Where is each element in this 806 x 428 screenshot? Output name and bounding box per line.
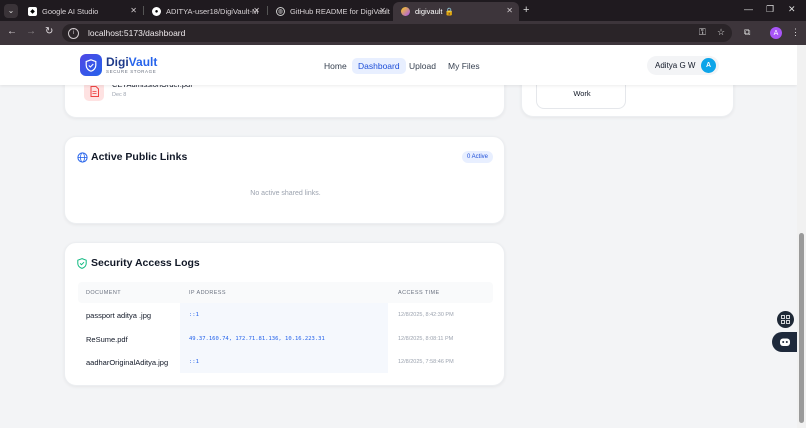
tab-title: ADITYA-user18/DigiVault-MERN	[166, 7, 258, 16]
minimize-button[interactable]: —	[744, 4, 753, 14]
table-header-row: DOCUMENT IP ADDRESS ACCESS TIME	[78, 282, 493, 303]
reload-button[interactable]: ↻	[45, 26, 53, 37]
folder-label: Work	[573, 89, 591, 98]
user-avatar: A	[701, 58, 716, 73]
close-icon[interactable]: ✕	[379, 6, 386, 15]
tab-title: digivault 🔒	[415, 7, 454, 16]
public-links-title: Active Public Links	[91, 151, 188, 163]
log-ip: 49.37.160.74, 172.71.81.136, 10.16.223.3…	[189, 336, 325, 342]
log-time: 12/8/2025, 8:08:11 PM	[398, 336, 454, 342]
tab-github-readme[interactable]: ◍ GitHub README for DigiVault ✕	[268, 2, 392, 21]
log-document: passport aditya .jpg	[86, 311, 152, 320]
nav-upload[interactable]: Upload	[403, 58, 442, 74]
vite-icon	[401, 7, 410, 16]
log-time: 12/8/2025, 7:58:46 PM	[398, 359, 454, 365]
logo[interactable]	[80, 54, 102, 76]
app-navbar: DigiVault SECURE STORAGE Home Dashboard …	[0, 45, 797, 85]
table-row: ReSume.pdf 49.37.160.74, 172.71.81.136, …	[78, 327, 493, 350]
tab-search-button[interactable]: ⌄	[4, 3, 18, 18]
column-header-ip: IP ADDRESS	[189, 290, 226, 296]
back-button[interactable]: ←	[7, 26, 17, 37]
log-ip: ::1	[189, 359, 199, 365]
browser-profile-avatar[interactable]: A	[770, 27, 782, 39]
bookmark-star-icon[interactable]: ☆	[717, 27, 725, 38]
scrollbar-thumb[interactable]	[799, 233, 804, 423]
tab-google-ai-studio[interactable]: ◆ Google AI Studio ✕	[20, 2, 143, 21]
user-menu[interactable]: Aditya G W A	[647, 56, 719, 75]
password-key-icon[interactable]: ⚿	[699, 27, 706, 38]
shield-icon	[85, 58, 97, 72]
restore-button[interactable]: ❐	[766, 4, 774, 15]
new-tab-button[interactable]: +	[523, 4, 529, 16]
public-links-card: Active Public Links 0 Active No active s…	[64, 136, 505, 224]
bot-icon	[779, 338, 790, 346]
table-row: aadharOriginalAditya.jpg ::1 12/8/2025, …	[78, 350, 493, 373]
site-info-icon[interactable]: i	[68, 27, 79, 39]
page-viewport: CETAdmissionOrder.pdf Dec 8 Work DigiVau…	[0, 45, 797, 428]
grid-icon	[781, 315, 790, 324]
user-name: Aditya G W	[655, 61, 696, 70]
url-field[interactable]: i localhost:5173/dashboard	[62, 24, 732, 42]
tab-github-repo[interactable]: ● ADITYA-user18/DigiVault-MERN ✕	[144, 2, 266, 21]
shield-check-icon	[77, 258, 87, 269]
grid-menu-button[interactable]	[777, 311, 794, 328]
recent-file-date: Dec 8	[112, 92, 127, 98]
tab-digivault[interactable]: digivault 🔒 ✕	[393, 2, 519, 21]
column-header-time: ACCESS TIME	[398, 290, 440, 296]
column-header-document: DOCUMENT	[86, 290, 121, 296]
github-icon: ●	[152, 7, 161, 16]
security-logs-title: Security Access Logs	[91, 257, 200, 269]
tab-title: Google AI Studio	[42, 7, 99, 16]
extensions-icon[interactable]: ⧉	[744, 27, 750, 38]
globe-icon: ◍	[276, 7, 285, 16]
close-icon[interactable]: ✕	[130, 6, 137, 15]
url-text: localhost:5173/dashboard	[88, 28, 186, 38]
close-icon[interactable]: ✕	[253, 6, 260, 15]
browser-menu-icon[interactable]: ⋮	[791, 27, 800, 38]
log-document: ReSume.pdf	[86, 335, 128, 344]
nav-my-files[interactable]: My Files	[442, 58, 486, 74]
forward-button[interactable]: →	[26, 26, 36, 37]
ai-studio-icon: ◆	[28, 7, 37, 16]
close-window-button[interactable]: ✕	[788, 4, 796, 15]
globe-icon	[77, 152, 88, 163]
brand-name: DigiVault	[106, 55, 158, 69]
active-count-badge: 0 Active	[462, 151, 494, 163]
log-time: 12/8/2025, 8:42:30 PM	[398, 312, 454, 318]
log-ip: ::1	[189, 312, 199, 318]
close-icon[interactable]: ✕	[506, 6, 513, 15]
table-row: passport aditya .jpg ::1 12/8/2025, 8:42…	[78, 303, 493, 326]
brand-tagline: SECURE STORAGE	[106, 69, 157, 74]
nav-home[interactable]: Home	[318, 58, 353, 74]
empty-state-text: No active shared links.	[250, 190, 321, 197]
log-document: aadharOriginalAditya.jpg	[86, 358, 169, 367]
chatbot-button[interactable]	[772, 332, 797, 352]
nav-dashboard[interactable]: Dashboard	[352, 58, 406, 74]
security-logs-card: Security Access Logs DOCUMENT IP ADDRESS…	[64, 242, 505, 386]
tab-title: GitHub README for DigiVault	[290, 7, 390, 16]
